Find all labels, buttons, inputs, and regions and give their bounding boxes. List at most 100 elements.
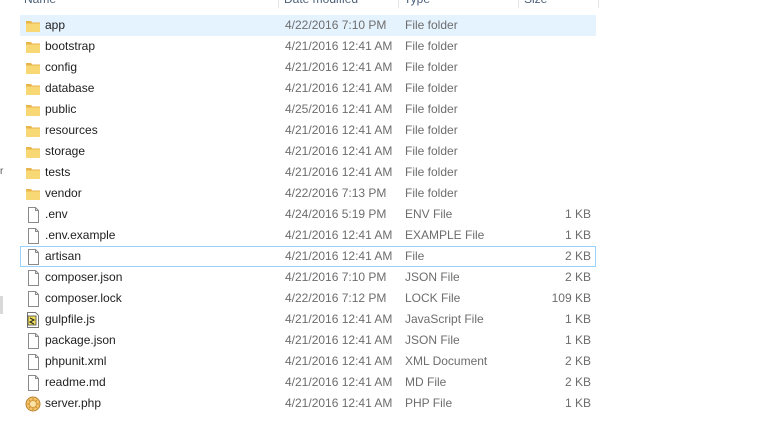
file-name: tests bbox=[45, 165, 71, 179]
folder-icon bbox=[25, 186, 41, 202]
file-type: File folder bbox=[405, 102, 458, 116]
file-type: File folder bbox=[405, 18, 458, 32]
file-row[interactable]: config 4/21/2016 12:41 AM File folder bbox=[20, 57, 596, 78]
file-row[interactable]: readme.md 4/21/2016 12:41 AM MD File 2 KB bbox=[20, 372, 596, 393]
column-type-header[interactable]: Type bbox=[404, 0, 514, 8]
file-icon bbox=[25, 228, 41, 244]
file-size: 1 KB bbox=[564, 312, 591, 326]
file-row[interactable]: phpunit.xml 4/21/2016 12:41 AM XML Documen… bbox=[20, 351, 596, 372]
js-file-icon bbox=[25, 312, 41, 328]
file-row[interactable]: artisan 4/21/2016 12:41 AM File 2 KB bbox=[20, 246, 596, 267]
file-name: storage bbox=[45, 144, 86, 158]
file-name: readme.md bbox=[45, 375, 106, 389]
file-type: File folder bbox=[405, 165, 458, 179]
file-size: 1 KB bbox=[564, 207, 591, 221]
file-date-modified: 4/21/2016 12:41 AM bbox=[285, 312, 393, 326]
file-row[interactable]: storage 4/21/2016 12:41 AM File folder bbox=[20, 141, 596, 162]
file-date-modified: 4/21/2016 12:41 AM bbox=[285, 165, 393, 179]
column-size-header[interactable]: Size bbox=[524, 0, 594, 8]
file-type: JSON File bbox=[405, 333, 460, 347]
file-date-modified: 4/22/2016 7:10 PM bbox=[285, 18, 387, 32]
file-row[interactable]: composer.json 4/21/2016 7:10 PM JSON File 2… bbox=[20, 267, 596, 288]
folder-icon bbox=[25, 18, 41, 34]
folder-icon bbox=[25, 144, 41, 160]
file-date-modified: 4/21/2016 12:41 AM bbox=[285, 81, 393, 95]
file-name: artisan bbox=[45, 249, 82, 263]
file-icon bbox=[25, 249, 41, 265]
file-type: JSON File bbox=[405, 270, 460, 284]
file-row[interactable]: composer.lock 4/22/2016 7:12 PM LOCK File 1… bbox=[20, 288, 596, 309]
file-row[interactable]: vendor 4/22/2016 7:13 PM File folder bbox=[20, 183, 596, 204]
file-size: 2 KB bbox=[564, 249, 591, 263]
file-type: File folder bbox=[405, 144, 458, 158]
nav-pane-scroll-marker bbox=[0, 296, 3, 314]
file-row[interactable]: package.json 4/21/2016 12:41 AM JSON File 1… bbox=[20, 330, 596, 351]
file-type: EXAMPLE File bbox=[405, 228, 485, 242]
file-date-modified: 4/21/2016 12:41 AM bbox=[285, 375, 393, 389]
column-divider[interactable] bbox=[518, 0, 519, 8]
file-icon bbox=[25, 291, 41, 307]
file-row[interactable]: gulpfile.js 4/21/2016 12:41 AM JavaScript … bbox=[20, 309, 596, 330]
nav-pane-edge-glyph: r bbox=[0, 166, 4, 177]
file-name: app bbox=[45, 18, 66, 32]
file-size: 109 KB bbox=[551, 291, 591, 305]
file-name: bootstrap bbox=[45, 39, 96, 53]
file-size: 1 KB bbox=[564, 228, 591, 242]
file-type: File bbox=[405, 249, 425, 263]
file-date-modified: 4/21/2016 12:41 AM bbox=[285, 354, 393, 368]
file-date-modified: 4/22/2016 7:13 PM bbox=[285, 186, 387, 200]
file-name: composer.lock bbox=[45, 291, 122, 305]
file-type: File folder bbox=[405, 123, 458, 137]
file-row[interactable]: app 4/22/2016 7:10 PM File folder bbox=[20, 15, 596, 36]
file-row[interactable]: .env 4/24/2016 5:19 PM ENV File 1 KB bbox=[20, 204, 596, 225]
file-date-modified: 4/21/2016 12:41 AM bbox=[285, 333, 393, 347]
file-type: File folder bbox=[405, 186, 458, 200]
file-row[interactable]: tests 4/21/2016 12:41 AM File folder bbox=[20, 162, 596, 183]
file-row[interactable]: server.php 4/21/2016 12:41 AM PHP File 1 KB bbox=[20, 393, 596, 414]
file-date-modified: 4/21/2016 12:41 AM bbox=[285, 144, 393, 158]
column-header: Name Date modified Type Size bbox=[0, 0, 784, 8]
file-name: package.json bbox=[45, 333, 116, 347]
file-date-modified: 4/21/2016 12:41 AM bbox=[285, 60, 393, 74]
column-divider[interactable] bbox=[278, 0, 279, 8]
file-type: ENV File bbox=[405, 207, 453, 221]
file-icon bbox=[25, 207, 41, 223]
file-row[interactable]: resources 4/21/2016 12:41 AM File folder bbox=[20, 120, 596, 141]
folder-icon bbox=[25, 165, 41, 181]
file-type: File folder bbox=[405, 81, 458, 95]
file-name: vendor bbox=[45, 186, 82, 200]
file-row[interactable]: .env.example 4/21/2016 12:41 AM EXAMPLE Fi… bbox=[20, 225, 596, 246]
file-name: public bbox=[45, 102, 77, 116]
file-date-modified: 4/21/2016 12:41 AM bbox=[285, 123, 393, 137]
file-date-modified: 4/25/2016 12:41 AM bbox=[285, 102, 393, 116]
file-type: JavaScript File bbox=[405, 312, 484, 326]
folder-icon bbox=[25, 81, 41, 97]
column-divider[interactable] bbox=[398, 0, 399, 8]
file-type: LOCK File bbox=[405, 291, 461, 305]
folder-icon bbox=[25, 60, 41, 76]
file-icon bbox=[25, 270, 41, 286]
file-row[interactable]: bootstrap 4/21/2016 12:41 AM File folder bbox=[20, 36, 596, 57]
file-row[interactable]: public 4/25/2016 12:41 AM File folder bbox=[20, 99, 596, 120]
file-name: composer.json bbox=[45, 270, 123, 284]
column-date-header[interactable]: Date modified bbox=[284, 0, 394, 8]
file-name: .env.example bbox=[45, 228, 116, 242]
file-row[interactable]: database 4/21/2016 12:41 AM File folder bbox=[20, 78, 596, 99]
file-date-modified: 4/22/2016 7:12 PM bbox=[285, 291, 387, 305]
file-size: 1 KB bbox=[564, 333, 591, 347]
column-divider[interactable] bbox=[598, 0, 599, 8]
file-list: app 4/22/2016 7:10 PM File folder bootstrap… bbox=[20, 15, 596, 414]
file-name: .env bbox=[45, 207, 68, 221]
file-size: 1 KB bbox=[564, 396, 591, 410]
file-name: server.php bbox=[45, 396, 102, 410]
column-name-header[interactable]: Name bbox=[24, 0, 274, 8]
file-icon bbox=[25, 375, 41, 391]
file-type: File folder bbox=[405, 60, 458, 74]
folder-icon bbox=[25, 102, 41, 118]
file-date-modified: 4/21/2016 12:41 AM bbox=[285, 249, 393, 263]
file-name: config bbox=[45, 60, 78, 74]
file-icon bbox=[25, 354, 41, 370]
file-name: resources bbox=[45, 123, 98, 137]
file-type: PHP File bbox=[405, 396, 453, 410]
file-date-modified: 4/24/2016 5:19 PM bbox=[285, 207, 387, 221]
